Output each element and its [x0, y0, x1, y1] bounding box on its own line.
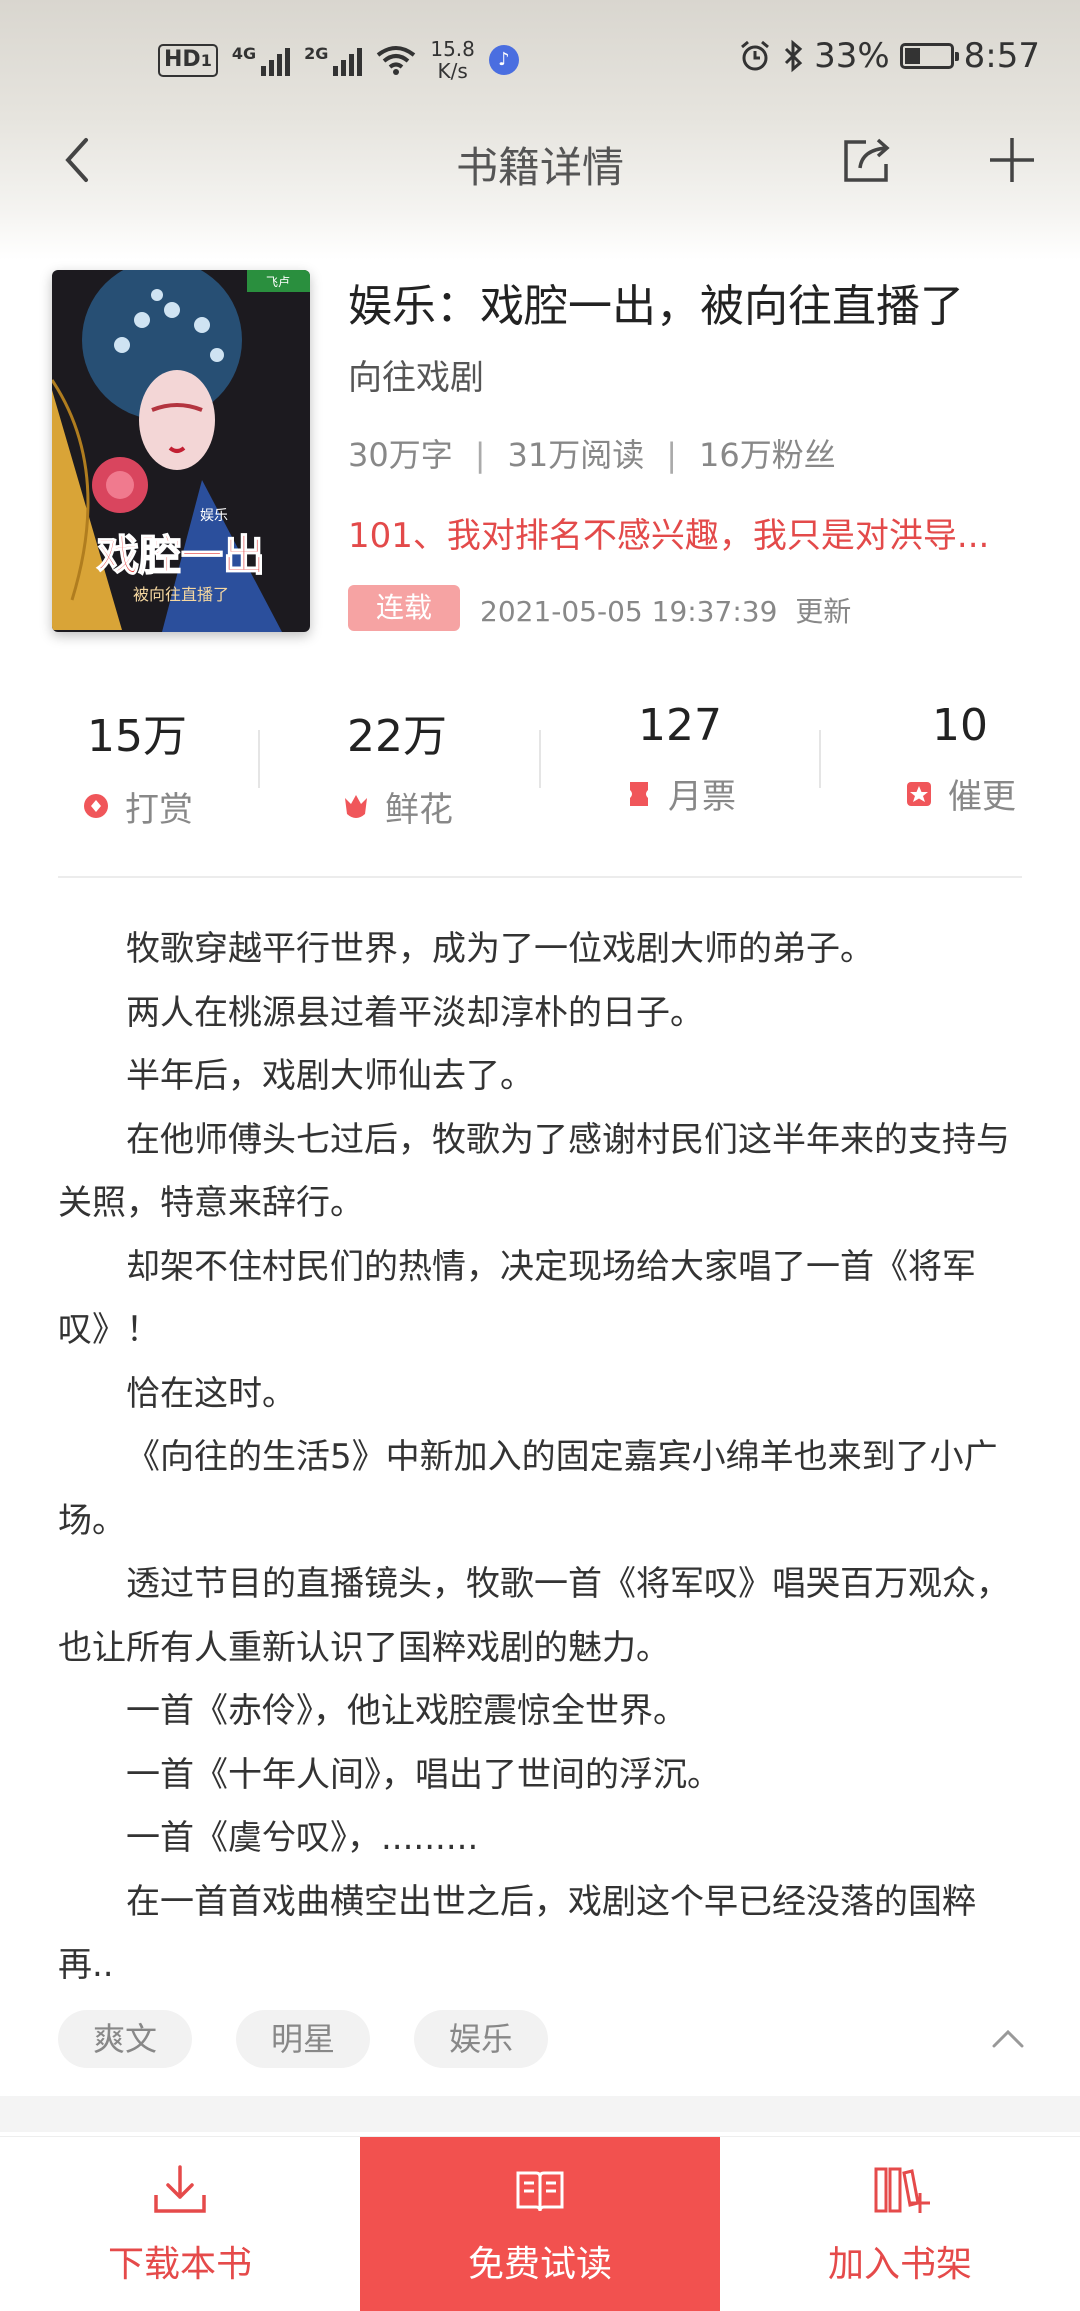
chevron-up-icon[interactable]	[988, 2022, 1028, 2056]
cover-small-tag: 娱乐	[200, 508, 228, 524]
book-open-icon	[516, 2171, 564, 2212]
synopsis-paragraph: 《向往的生活5》中新加入的固定嘉宾小绵羊也来到了小广场。	[58, 1437, 998, 1541]
music-app-icon: ♪	[488, 45, 519, 75]
nav-bar: 书籍详情	[0, 110, 1080, 210]
bluetooth-icon	[785, 39, 803, 73]
free-read-button[interactable]: 免费试读	[360, 2137, 720, 2311]
ticket-icon	[630, 781, 648, 806]
flower-icon	[345, 794, 367, 818]
add-to-shelf-label: 加入书架	[827, 2244, 972, 2285]
tag-chip[interactable]: 娱乐	[414, 2010, 548, 2068]
book-cover-image: 飞卢 娱乐 戏腔一出 被向往直播了	[52, 270, 310, 632]
hd-sub: 1	[200, 50, 212, 70]
book-title: 娱乐：戏腔一出，被向往直播了	[348, 281, 964, 332]
synopsis-paragraph: 一首《虞兮叹》，.........	[126, 1818, 479, 1858]
book-synopsis: 牧歌穿越平行世界，成为了一位戏剧大师的弟子。 两人在桃源县过着平淡却淳朴的日子。…	[58, 918, 1022, 1998]
synopsis-paragraph: 透过节目的直播镜头，牧歌一首《将军叹》唱哭百万观众，也让所有人重新认识了国粹戏剧…	[58, 1564, 1010, 1668]
status-left: HD1 4G 2G 15.8 K/s ♪	[158, 38, 519, 82]
clock: 8:57	[963, 36, 1040, 76]
synopsis-paragraph: 在一首首戏曲横空出世之后，戏剧这个早已经没落的国粹再..	[58, 1881, 976, 1986]
page-title: 书籍详情	[455, 143, 624, 192]
update-info: 2021-05-05 19:37:39 更新	[480, 590, 851, 630]
wifi-icon	[377, 46, 416, 75]
network1-label: 4G	[231, 44, 257, 63]
status-badge: 连载	[348, 585, 460, 631]
add-to-shelf-button[interactable]: 加入书架	[720, 2137, 1080, 2311]
synopsis-paragraph: 两人在桃源县过着平淡却淳朴的日子。	[126, 992, 704, 1033]
share-icon[interactable]	[836, 130, 896, 190]
fan-count: 16万粉丝	[699, 436, 836, 474]
status-right: 33% 8:57	[738, 36, 1040, 76]
metric-label: 月票	[668, 777, 736, 817]
update-time: 2021-05-05 19:37:39	[480, 595, 778, 628]
bookshelf-add-icon	[874, 2167, 930, 2213]
add-icon[interactable]	[982, 130, 1042, 190]
section-separator	[0, 2096, 1080, 2132]
urge-icon	[907, 781, 931, 806]
read-count: 31万阅读	[507, 436, 645, 474]
metric-flower[interactable]: 22万 鲜花	[257, 700, 537, 831]
synopsis-paragraph: 一首《赤伶》，他让戏腔震惊全世界。	[126, 1691, 687, 1731]
metric-urge[interactable]: 10 催更	[820, 700, 1080, 818]
section-divider	[58, 876, 1022, 878]
hd-badge: HD1	[158, 43, 218, 77]
latest-chapter-link[interactable]: 101、我对排名不感兴趣，我只是对洪导...	[348, 508, 1028, 557]
signal-2g-icon: 2G	[304, 44, 363, 76]
network2-label: 2G	[304, 44, 329, 63]
free-read-label: 免费试读	[467, 2244, 612, 2285]
metric-value: 22万	[347, 711, 447, 762]
download-button[interactable]: 下载本书	[0, 2137, 360, 2311]
speed-unit: K/s	[437, 59, 468, 83]
metric-ticket[interactable]: 127 月票	[540, 700, 820, 818]
stats-separator: |	[666, 436, 678, 474]
status-bar: HD1 4G 2G 15.8 K/s ♪ 33% 8:57	[0, 0, 1080, 120]
metric-value: 15万	[87, 711, 187, 762]
metric-label: 打赏	[125, 790, 193, 830]
update-label: 更新	[795, 595, 852, 628]
speed-value: 15.8	[430, 37, 475, 61]
synopsis-paragraph: 恰在这时。	[126, 1373, 296, 1414]
svg-text:飞卢: 飞卢	[266, 274, 290, 289]
tag-chip[interactable]: 明星	[236, 2010, 370, 2068]
tag-chip[interactable]: 爽文	[58, 2010, 192, 2068]
battery-icon	[899, 43, 959, 69]
book-author[interactable]: 向往戏剧	[348, 350, 484, 399]
download-icon	[154, 2165, 206, 2213]
hd-label: HD	[164, 46, 201, 72]
metric-reward[interactable]: 15万 打赏	[0, 700, 277, 831]
stats-separator: |	[474, 436, 486, 474]
metric-label: 鲜花	[385, 790, 453, 830]
synopsis-paragraph: 一首《十年人间》，唱出了世间的浮沉。	[126, 1754, 721, 1795]
synopsis-paragraph: 半年后，戏剧大师仙去了。	[126, 1056, 534, 1096]
synopsis-paragraph: 却架不住村民们的热情，决定现场给大家唱了一首《将军叹》！	[58, 1246, 976, 1351]
battery-percent: 33%	[814, 36, 890, 76]
word-count: 30万字	[348, 436, 453, 474]
download-label: 下载本书	[107, 2244, 252, 2285]
network-speed: 15.8 K/s	[430, 38, 475, 82]
signal-4g-icon: 4G	[231, 44, 291, 76]
metric-value: 127	[638, 700, 722, 751]
alarm-icon	[741, 40, 770, 71]
metric-value: 10	[932, 700, 988, 751]
cover-title-text: 戏腔一出	[97, 531, 265, 580]
bottom-action-bar: 下载本书 免费试读 加入书架	[0, 2136, 1080, 2311]
synopsis-paragraph: 在他师傅头七过后，牧歌为了感谢村民们这半年来的支持与关照，特意来辞行。	[58, 1119, 1010, 1224]
book-cover[interactable]: 飞卢 娱乐 戏腔一出 被向往直播了	[52, 270, 310, 632]
reward-icon	[84, 793, 108, 818]
synopsis-paragraph: 牧歌穿越平行世界，成为了一位戏剧大师的弟子。	[126, 929, 874, 969]
book-stats: 30万字 | 31万阅读 | 16万粉丝	[348, 430, 836, 476]
metric-label: 催更	[948, 777, 1016, 817]
cover-subtitle-text: 被向往直播了	[133, 585, 229, 604]
